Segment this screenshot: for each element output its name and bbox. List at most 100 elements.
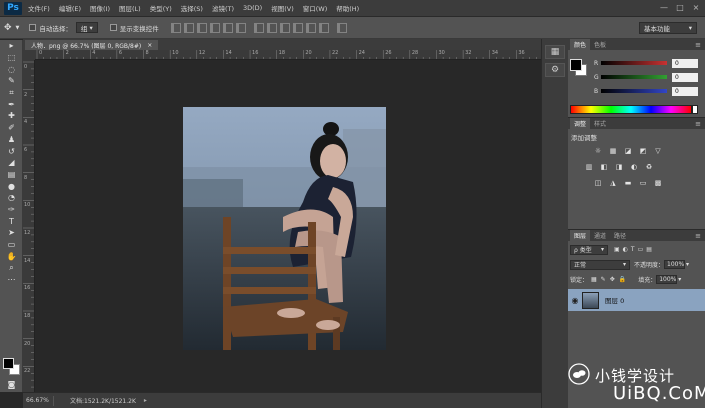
menu-select[interactable]: 选择(S) [181, 3, 203, 13]
menu-filter[interactable]: 滤镜(T) [212, 3, 234, 13]
auto-align-icon[interactable] [336, 22, 347, 33]
history-brush-tool-icon[interactable]: ↺ [0, 145, 23, 157]
hue-saturation-icon[interactable]: ▥ [584, 162, 594, 171]
chevron-right-icon[interactable]: ▸ [144, 397, 147, 404]
auto-select-dropdown[interactable]: 组 ▾ [75, 22, 98, 33]
align-bottom-icon[interactable] [196, 22, 207, 33]
gradient-map-icon[interactable]: ▭ [638, 178, 648, 187]
document-tab[interactable]: 人物．png @ 66.7% (图层 0, RGB/8#) × [25, 40, 159, 50]
move-tool-icon[interactable]: ✥ [4, 23, 12, 33]
distribute-right-icon[interactable] [318, 22, 329, 33]
dodge-tool-icon[interactable]: ◔ [0, 192, 23, 204]
type-tool-icon[interactable]: T [0, 215, 23, 227]
distribute-bottom-icon[interactable] [279, 22, 290, 33]
invert-icon[interactable]: ◫ [593, 178, 603, 187]
exposure-icon[interactable]: ◩ [638, 146, 648, 155]
show-transform-checkbox[interactable] [109, 24, 117, 31]
marquee-tool-icon[interactable]: ⬚ [0, 52, 23, 64]
horizontal-ruler[interactable]: 0 2 4 6 8 10 12 14 16 18 20 22 24 26 28 30 32 34 36 [35, 50, 541, 60]
opacity-input[interactable]: 100% [664, 260, 686, 269]
properties-panel-icon[interactable]: ⚙ [545, 63, 565, 77]
auto-select-checkbox[interactable] [29, 24, 37, 31]
align-hcenter-icon[interactable] [222, 22, 233, 33]
channel-mixer-icon[interactable]: ♻ [644, 162, 654, 171]
clone-stamp-tool-icon[interactable]: ♟ [0, 134, 23, 146]
lasso-tool-icon[interactable]: ◌ [0, 63, 23, 75]
threshold-icon[interactable]: ▬ [623, 178, 633, 187]
tab-layers[interactable]: 图层 [570, 230, 591, 241]
gradient-tool-icon[interactable]: ▤ [0, 169, 23, 181]
chevron-down-icon[interactable]: ▾ [686, 261, 689, 268]
panel-menu-icon[interactable]: ≡ [695, 232, 701, 240]
red-value-input[interactable]: 0 [672, 58, 698, 68]
tab-paths[interactable]: 路径 [610, 230, 630, 241]
brightness-icon[interactable]: ☼ [593, 146, 603, 155]
more-tools-icon[interactable]: ⋯ [0, 274, 23, 286]
red-slider[interactable] [601, 61, 667, 65]
fill-input[interactable]: 100% [656, 275, 678, 284]
blend-mode-dropdown[interactable]: 正常 ▾ [570, 259, 630, 270]
menu-edit[interactable]: 编辑(E) [59, 3, 81, 13]
zoom-level[interactable]: 66.67% [23, 397, 53, 404]
path-select-tool-icon[interactable]: ➤ [0, 227, 23, 239]
tab-channels[interactable]: 通道 [590, 230, 610, 241]
menu-3d[interactable]: 3D(D) [243, 4, 262, 12]
menu-image[interactable]: 图像(I) [90, 3, 110, 13]
layer-name[interactable]: 图层 0 [605, 295, 624, 305]
tab-styles[interactable]: 样式 [590, 118, 610, 129]
zoom-tool-icon[interactable]: ⌕ [0, 262, 23, 274]
black-white-icon[interactable]: ◨ [614, 162, 624, 171]
shape-tool-icon[interactable]: ▭ [0, 239, 23, 251]
crop-tool-icon[interactable]: ⌗ [0, 87, 23, 99]
distribute-left-icon[interactable] [292, 22, 303, 33]
ruler-origin[interactable] [23, 50, 35, 60]
blue-value-input[interactable]: 0 [672, 86, 698, 96]
healing-brush-tool-icon[interactable]: ✚ [0, 110, 23, 122]
green-slider[interactable] [601, 75, 667, 79]
color-spectrum[interactable] [570, 105, 692, 114]
hand-tool-icon[interactable]: ✋ [0, 250, 23, 262]
chevron-down-icon[interactable]: ▼ [16, 25, 20, 31]
selective-color-icon[interactable]: ▩ [653, 178, 663, 187]
minimize-button[interactable]: — [657, 2, 671, 13]
tab-color[interactable]: 颜色 [570, 39, 591, 50]
color-swatches[interactable] [3, 358, 20, 375]
vertical-ruler[interactable]: 0 2 4 6 8 10 12 14 16 18 20 22 [23, 60, 35, 392]
menu-help[interactable]: 帮助(H) [336, 3, 359, 13]
menu-type[interactable]: 类型(Y) [150, 3, 172, 13]
lock-icons[interactable]: ▦✎✥🔒 [591, 276, 630, 283]
chevron-down-icon[interactable]: ▾ [678, 276, 681, 283]
blue-slider[interactable] [601, 89, 667, 93]
brush-tool-icon[interactable]: ✐ [0, 122, 23, 134]
foreground-color-swatch[interactable] [3, 358, 14, 369]
vibrance-icon[interactable]: ▽ [653, 146, 663, 155]
align-top-icon[interactable] [170, 22, 181, 33]
panel-menu-icon[interactable]: ≡ [695, 41, 701, 49]
move-tool-icon[interactable]: ▸ [0, 40, 23, 52]
green-value-input[interactable]: 0 [672, 72, 698, 82]
curves-icon[interactable]: ◪ [623, 146, 633, 155]
align-left-icon[interactable] [209, 22, 220, 33]
color-balance-icon[interactable]: ◧ [599, 162, 609, 171]
panel-menu-icon[interactable]: ≡ [695, 120, 701, 128]
menu-view[interactable]: 视图(V) [271, 3, 294, 13]
quick-mask-icon[interactable]: ◙ [0, 379, 23, 391]
distribute-hcenter-icon[interactable] [305, 22, 316, 33]
tab-swatches[interactable]: 色板 [590, 39, 610, 50]
layer-row[interactable]: ◉ 图层 0 [568, 289, 705, 311]
eyedropper-tool-icon[interactable]: ✒ [0, 98, 23, 110]
quick-select-tool-icon[interactable]: ✎ [0, 75, 23, 87]
menu-window[interactable]: 窗口(W) [303, 3, 328, 13]
posterize-icon[interactable]: ◮ [608, 178, 618, 187]
distribute-top-icon[interactable] [253, 22, 264, 33]
close-button[interactable]: × [689, 2, 703, 13]
visibility-eye-icon[interactable]: ◉ [568, 296, 582, 305]
pen-tool-icon[interactable]: ✑ [0, 204, 23, 216]
eraser-tool-icon[interactable]: ◢ [0, 157, 23, 169]
history-panel-icon[interactable]: ▦ [545, 45, 565, 59]
distribute-vcenter-icon[interactable] [266, 22, 277, 33]
filter-icons[interactable]: ▣◐T▭▤ [614, 246, 655, 253]
white-swatch[interactable] [692, 105, 698, 114]
align-right-icon[interactable] [235, 22, 246, 33]
blur-tool-icon[interactable]: ● [0, 180, 23, 192]
